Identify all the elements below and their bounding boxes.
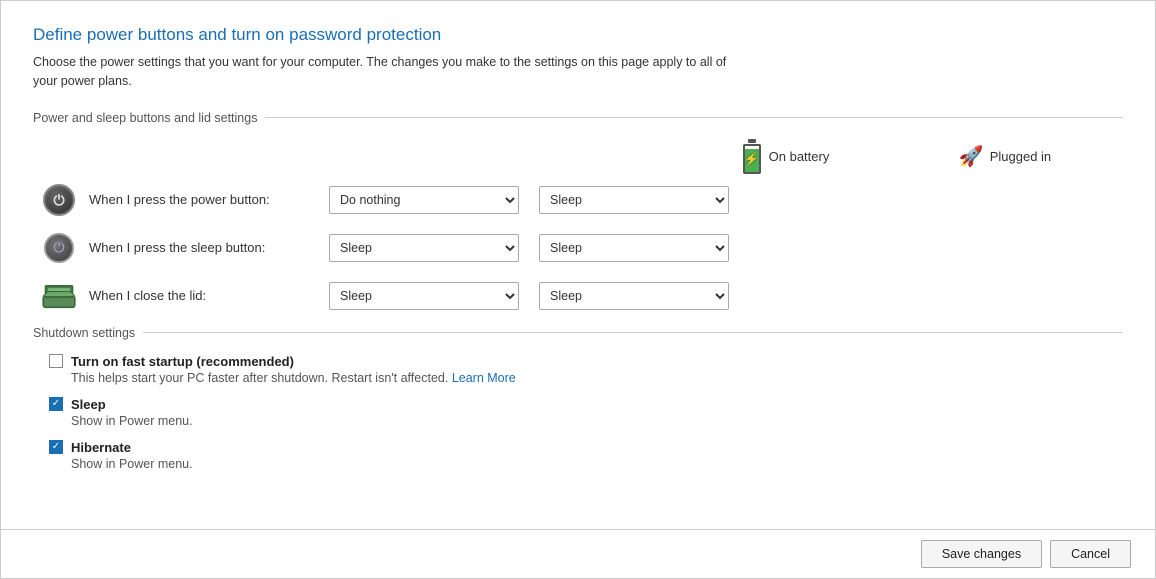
power-sleep-section-header: Power and sleep buttons and lid settings <box>33 111 1123 125</box>
shutdown-item-label-fast-startup: Turn on fast startup (recommended) <box>71 354 294 369</box>
setting-row-lid: When I close the lid: Do nothingSleepHib… <box>33 278 1123 314</box>
shutdown-item-desc-hibernate: Show in Power menu. <box>49 457 1123 471</box>
battery-tip <box>748 139 756 143</box>
battery-dropdown-wrap-sleep-button: Do nothingSleepHibernateShut downTurn of… <box>329 234 519 262</box>
power-sleep-section-label: Power and sleep buttons and lid settings <box>33 111 257 125</box>
shutdown-item-desc-fast-startup: This helps start your PC faster after sh… <box>49 371 1123 385</box>
plugged-select-power-button[interactable]: Do nothingSleepHibernateShut downTurn of… <box>539 186 729 214</box>
shutdown-item-desc-sleep: Show in Power menu. <box>49 414 1123 428</box>
dropdowns-lid: Do nothingSleepHibernateShut down Do not… <box>329 282 729 310</box>
plugged-dropdown-wrap-lid: Do nothingSleepHibernateShut down <box>539 282 729 310</box>
sleep-button-icon: ⏻ <box>44 233 74 263</box>
col-labels-group: ⚡ On battery 🚀 Plugged in <box>675 139 1115 174</box>
rocket-icon: 🚀 <box>959 144 984 169</box>
footer: Save changes Cancel <box>1 529 1155 578</box>
dropdowns-sleep-button: Do nothingSleepHibernateShut downTurn of… <box>329 234 729 262</box>
lid-icon <box>41 282 77 310</box>
shutdown-item-header-sleep: Sleep <box>49 397 1123 412</box>
on-battery-column-header: ⚡ On battery <box>675 139 895 174</box>
plugged-select-lid[interactable]: Do nothingSleepHibernateShut down <box>539 282 729 310</box>
save-changes-button[interactable]: Save changes <box>921 540 1042 568</box>
row-label-lid: When I close the lid: <box>89 288 329 303</box>
power-symbol: ⏻ <box>53 193 64 207</box>
checkbox-sleep[interactable] <box>49 397 63 411</box>
row-label-sleep-button: When I press the sleep button: <box>89 240 329 255</box>
column-headers: ⚡ On battery 🚀 Plugged in <box>33 139 1123 174</box>
battery-bolt: ⚡ <box>744 152 759 166</box>
row-icon-lid <box>41 278 77 314</box>
battery-dropdown-wrap-power-button: Do nothingSleepHibernateShut downTurn of… <box>329 186 519 214</box>
plugged-select-sleep-button[interactable]: Do nothingSleepHibernateShut downTurn of… <box>539 234 729 262</box>
page-description: Choose the power settings that you want … <box>33 53 753 91</box>
section-divider <box>265 117 1123 118</box>
battery-select-sleep-button[interactable]: Do nothingSleepHibernateShut downTurn of… <box>329 234 519 262</box>
shutdown-item-sleep: Sleep Show in Power menu. <box>49 397 1123 428</box>
learn-more-link[interactable]: Learn More <box>452 371 516 385</box>
shutdown-divider <box>143 332 1123 333</box>
row-icon-sleep-button: ⏻ <box>41 230 77 266</box>
row-icon-power-button: ⏻ <box>41 182 77 218</box>
shutdown-item-hibernate: Hibernate Show in Power menu. <box>49 440 1123 471</box>
on-battery-label: On battery <box>769 149 830 164</box>
shutdown-section-label: Shutdown settings <box>33 326 135 340</box>
plugged-in-label: Plugged in <box>990 149 1051 164</box>
checkbox-hibernate[interactable] <box>49 440 63 454</box>
page-title: Define power buttons and turn on passwor… <box>33 25 1123 45</box>
battery-dropdown-wrap-lid: Do nothingSleepHibernateShut down <box>329 282 519 310</box>
cancel-button[interactable]: Cancel <box>1050 540 1131 568</box>
shutdown-item-header-fast-startup: Turn on fast startup (recommended) <box>49 354 1123 369</box>
plugged-in-column-header: 🚀 Plugged in <box>895 139 1115 174</box>
plugged-dropdown-wrap-sleep-button: Do nothingSleepHibernateShut downTurn of… <box>539 234 729 262</box>
shutdown-item-fast-startup: Turn on fast startup (recommended) This … <box>49 354 1123 385</box>
battery-body: ⚡ <box>743 144 761 174</box>
shutdown-items-container: Turn on fast startup (recommended) This … <box>33 354 1123 471</box>
dropdowns-power-button: Do nothingSleepHibernateShut downTurn of… <box>329 186 729 214</box>
shutdown-item-label-sleep: Sleep <box>71 397 106 412</box>
main-window: Define power buttons and turn on passwor… <box>0 0 1156 579</box>
shutdown-item-header-hibernate: Hibernate <box>49 440 1123 455</box>
sleep-symbol: ⏻ <box>53 239 64 256</box>
row-label-power-button: When I press the power button: <box>89 192 329 207</box>
battery-select-power-button[interactable]: Do nothingSleepHibernateShut downTurn of… <box>329 186 519 214</box>
settings-rows: ⏻ When I press the power button: Do noth… <box>33 182 1123 314</box>
setting-row-power-button: ⏻ When I press the power button: Do noth… <box>33 182 1123 218</box>
power-button-icon: ⏻ <box>43 184 75 216</box>
shutdown-item-label-hibernate: Hibernate <box>71 440 131 455</box>
battery-icon: ⚡ <box>741 139 763 174</box>
battery-select-lid[interactable]: Do nothingSleepHibernateShut down <box>329 282 519 310</box>
shutdown-section-header: Shutdown settings <box>33 326 1123 340</box>
setting-row-sleep-button: ⏻ When I press the sleep button: Do noth… <box>33 230 1123 266</box>
content-area: Define power buttons and turn on passwor… <box>1 1 1155 529</box>
plugged-dropdown-wrap-power-button: Do nothingSleepHibernateShut downTurn of… <box>539 186 729 214</box>
checkbox-fast-startup[interactable] <box>49 354 63 368</box>
